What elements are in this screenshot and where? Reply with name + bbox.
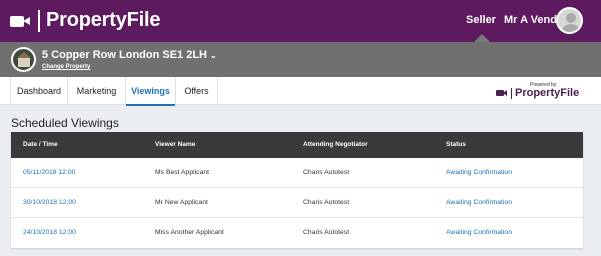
viewing-date-link[interactable]: 30/10/2018 12:00 (23, 188, 76, 218)
logo-divider (511, 87, 512, 99)
camera-icon (496, 89, 508, 97)
property-selector[interactable]: 5 Copper Row London SE1 2LH ⌄ (42, 49, 217, 61)
tab-marketing[interactable]: Marketing (68, 77, 126, 105)
viewings-table: Date / Time Viewer Name Attending Negoti… (11, 132, 583, 248)
active-section-caret-icon (474, 34, 490, 42)
negotiator-name: Charis Autotest (303, 229, 350, 236)
tab-dashboard[interactable]: Dashboard (10, 77, 68, 105)
powered-by-logo: PropertyFile (496, 87, 579, 99)
status-link[interactable]: Awaiting Confirmation (446, 188, 512, 218)
seller-nav-link[interactable]: Seller (466, 14, 496, 26)
page-title: Scheduled Viewings (11, 116, 119, 130)
table-row: 05/11/2018 12:00 Ms Best Applicant Chari… (11, 158, 583, 188)
status-link[interactable]: Awaiting Confirmation (446, 158, 512, 188)
camera-icon (10, 14, 32, 28)
logo-divider (38, 9, 40, 32)
property-address: 5 Copper Row London SE1 2LH (42, 49, 208, 61)
tab-viewings[interactable]: Viewings (126, 77, 176, 106)
chevron-down-icon: ⌄ (210, 51, 217, 60)
propertyfile-logo[interactable]: PropertyFile (10, 9, 161, 32)
column-header-viewer: Viewer Name (155, 141, 196, 148)
change-property-link[interactable]: Change Property (42, 64, 90, 70)
negotiator-name: Charis Autotest (303, 199, 350, 206)
property-bar: 5 Copper Row London SE1 2LH ⌄ Change Prop… (0, 42, 601, 77)
status-link[interactable]: Awaiting Confirmation (446, 218, 512, 248)
column-header-date: Date / Time (23, 141, 58, 148)
powered-by-brand: PropertyFile (515, 87, 580, 99)
table-row: 24/10/2018 12:00 Miss Another Applicant … (11, 218, 583, 248)
avatar[interactable] (556, 7, 583, 34)
property-photo (11, 47, 36, 72)
table-header: Date / Time Viewer Name Attending Negoti… (11, 132, 583, 158)
viewer-name: Ms Best Applicant (155, 169, 210, 176)
viewing-date-link[interactable]: 05/11/2018 12:00 (23, 158, 75, 188)
viewer-name: Miss Another Applicant (155, 229, 224, 236)
column-header-negotiator: Attending Negotiator (303, 141, 368, 148)
negotiator-name: Charis Autotest (303, 169, 350, 176)
viewing-date-link[interactable]: 24/10/2018 12:00 (23, 218, 76, 248)
logo-text: PropertyFile (46, 9, 161, 31)
column-header-status: Status (446, 141, 466, 148)
top-navigation-bar: PropertyFile Seller Mr A Vendor⌄ (0, 0, 601, 42)
tab-offers[interactable]: Offers (176, 77, 218, 105)
table-row: 30/10/2018 12:00 Mr New Applicant Charis… (11, 188, 583, 218)
viewer-name: Mr New Applicant (155, 199, 208, 206)
